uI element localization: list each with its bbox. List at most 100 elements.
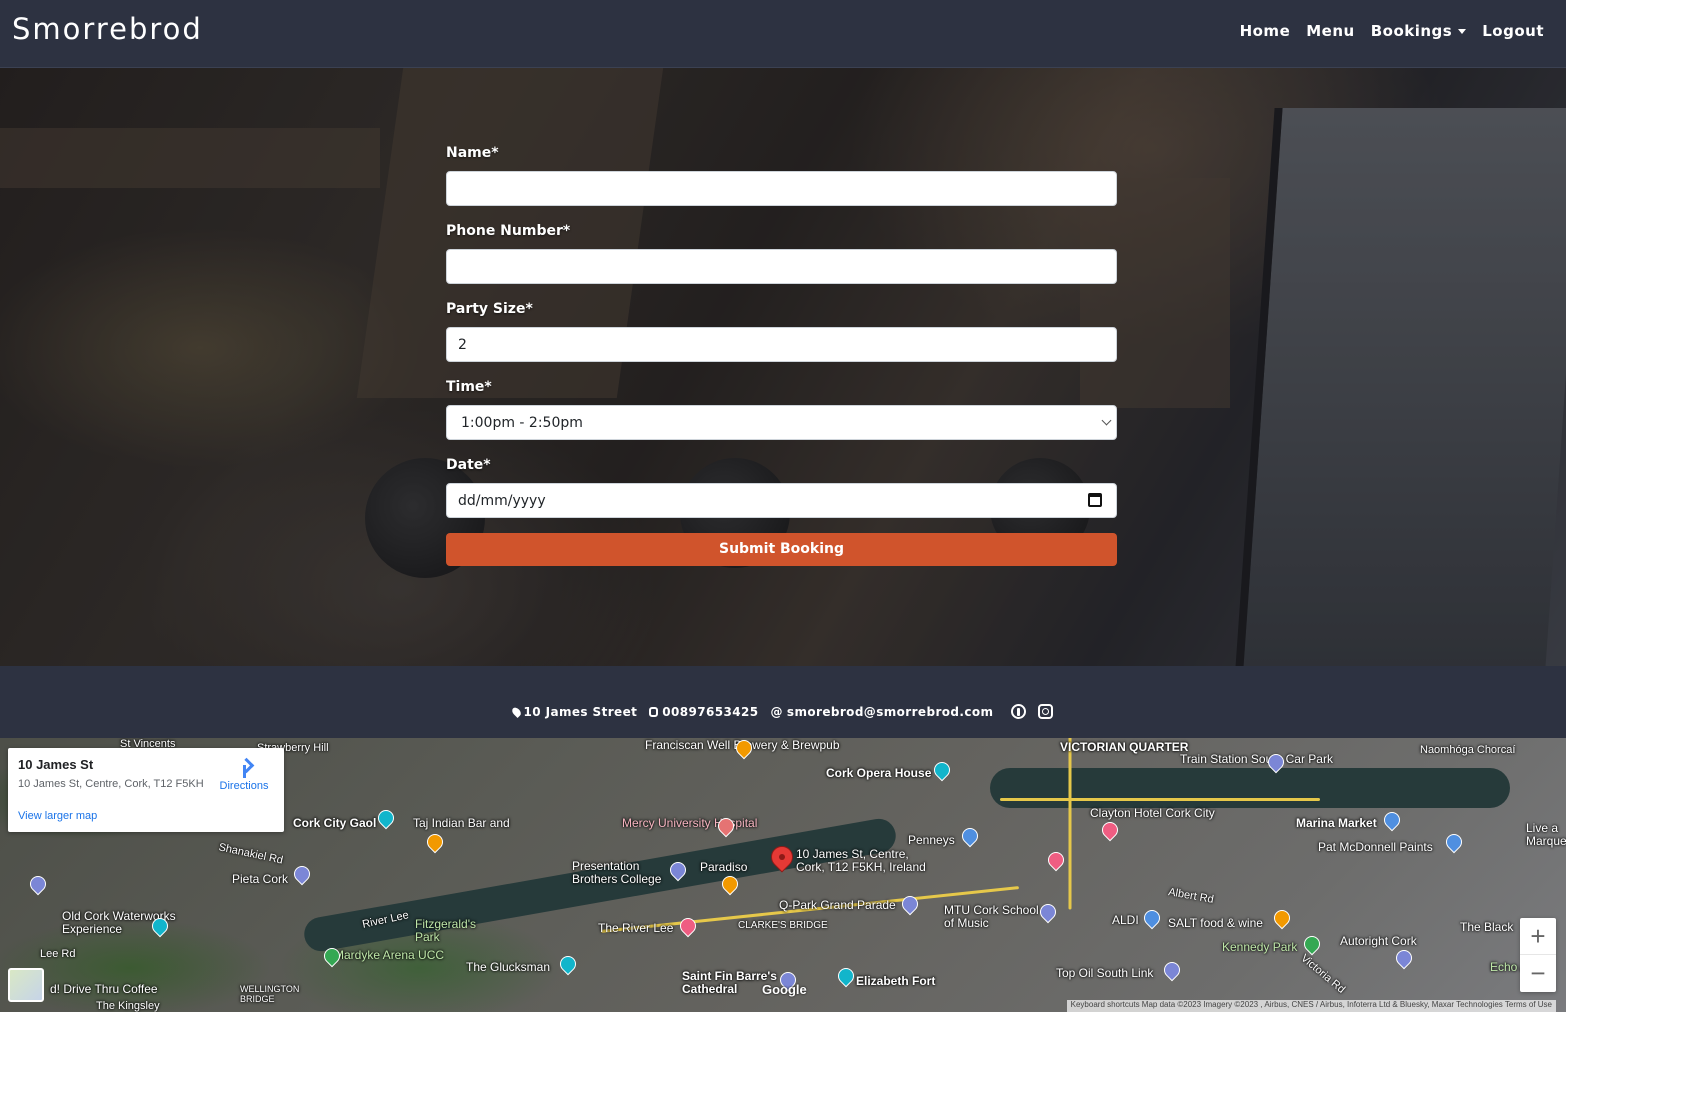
map-label: VICTORIAN QUARTER [1060,740,1189,754]
calendar-icon[interactable] [1088,493,1102,507]
park-icon[interactable] [1300,932,1324,956]
map-label: 10 James St, Centre, Cork, T12 F5KH, Ire… [796,847,926,874]
map-label: Clayton Hotel Cork City [1090,806,1215,820]
fuel-icon[interactable] [1160,958,1184,982]
view-larger-map-link[interactable]: View larger map [18,810,97,822]
map-road [1000,798,1320,801]
directions-label: Directions [219,780,269,792]
map-info-card: 10 James St 10 James St, Centre, Cork, T… [8,748,284,832]
map-label: Pieta Cork [232,872,289,886]
footer: 10 James Street 00897653425 @ smorebrod@s… [0,666,1566,738]
map-label: Albert Rd [1167,886,1215,906]
google-logo: Google [762,982,807,997]
time-select[interactable]: 1:00pm - 2:50pm [446,405,1117,440]
map-label: Fitzgerald's Park [415,917,476,944]
footer-phone: 00897653425 [649,705,758,719]
map-road [1068,738,1072,910]
google-map[interactable]: Franciscan Well Brewery & Brewpub Cork O… [0,738,1566,1012]
date-label: Date* [446,457,491,473]
landmark-icon[interactable] [834,964,858,988]
map-label: Taj Indian Bar and [413,816,510,830]
place-icon[interactable] [1392,946,1416,970]
shopping-icon[interactable] [1442,830,1466,854]
directions-icon [235,760,253,778]
map-label: Paradiso [700,860,748,874]
hotel-icon[interactable] [1098,818,1122,842]
map-label: ALDI [1112,913,1139,927]
footer-email: @ smorebrod@smorrebrod.com [771,705,994,719]
map-label: MTU Cork School of Music [944,903,1039,930]
map-type-toggle[interactable] [8,968,44,1002]
footer-address: 10 James Street [510,705,638,719]
phone-label: Phone Number* [446,223,571,239]
map-label: Marina Market [1296,816,1377,830]
map-label: Pat McDonnell Paints [1318,840,1433,854]
map-label: Cork City Gaol [293,816,377,830]
nav-logout[interactable]: Logout [1482,22,1544,40]
landmark-icon[interactable] [374,806,398,830]
map-card-address: 10 James St, Centre, Cork, T12 F5KH [18,778,204,790]
shopping-icon[interactable] [958,824,982,848]
map-label: Lee Rd [40,948,76,960]
name-label: Name* [446,145,499,161]
map-label: Top Oil South Link [1056,966,1154,980]
phone-input[interactable] [446,249,1117,284]
caret-down-icon [1458,29,1467,34]
map-marker-icon [510,705,523,718]
museum-icon[interactable] [556,952,580,976]
page: Smorrebrod Home Menu Bookings Logout Nam… [0,0,1566,1012]
hotel-icon[interactable] [1044,848,1068,872]
name-input[interactable] [446,171,1117,206]
zoom-in-button[interactable]: + [1520,918,1556,955]
map-label: Old Cork Waterworks Experience [62,909,176,936]
hotel-icon[interactable] [676,914,700,938]
booking-form: Name* Phone Number* Party Size* 2 Time* … [446,140,1117,566]
phone-icon [649,706,659,717]
nav-bookings-dropdown[interactable]: Bookings [1371,22,1467,40]
map-label: Live a Marquee [1526,821,1566,848]
shopping-icon[interactable] [1380,808,1404,832]
instagram-icon[interactable] [1038,704,1054,719]
nav-menu[interactable]: Menu [1306,22,1354,40]
map-label: The Kingsley [96,1000,160,1012]
submit-booking-button[interactable]: Submit Booking [446,533,1117,566]
map-label: Penneys [908,833,955,847]
navbar: Smorrebrod Home Menu Bookings Logout [0,0,1566,68]
restaurant-icon[interactable] [423,830,447,854]
map-label: Presentation Brothers College [572,859,662,886]
party-size-input[interactable]: 2 [446,327,1117,362]
map-label: d! Drive Thru Coffee [50,982,158,996]
map-label: Mardyke Arena UCC [334,948,445,962]
map-label: The Glucksman [466,960,551,974]
date-input[interactable]: dd/mm/yyyy [446,483,1117,518]
footer-email-text: smorebrod@smorrebrod.com [786,704,994,719]
map-label: The River Lee [598,921,674,935]
pinterest-icon[interactable] [1011,704,1027,719]
directions-button[interactable]: Directions [214,758,274,792]
brand-logo[interactable]: Smorrebrod [12,12,203,46]
map-label: Victoria Rd [1298,952,1348,996]
map-label: Elizabeth Fort [856,974,936,988]
restaurant-icon[interactable] [1270,906,1294,930]
zoom-out-button[interactable]: − [1520,955,1556,992]
map-label: WELLINGTON BRIDGE [240,984,300,1004]
nav-home[interactable]: Home [1240,22,1291,40]
map-label: Cork Opera House [826,766,932,780]
place-icon[interactable] [290,862,314,886]
theater-icon[interactable] [930,758,954,782]
map-label: Q-Park Grand Parade [779,898,896,912]
party-size-label: Party Size* [446,301,533,317]
map-label: Mercy University Hospital [622,816,758,830]
map-attribution[interactable]: Keyboard shortcuts Map data ©2023 Imager… [1066,1000,1556,1012]
map-label: Train Station South Car Park [1180,752,1333,766]
date-placeholder: dd/mm/yyyy [458,493,546,509]
footer-contact-row: 10 James Street 00897653425 @ smorebrod@s… [0,704,1566,719]
place-icon[interactable] [26,872,50,896]
map-card-title: 10 James St [18,757,94,772]
nav-bookings-label: Bookings [1370,22,1453,40]
map-zoom-control: + − [1520,918,1556,992]
time-label: Time* [446,379,492,395]
shopping-icon[interactable] [1140,906,1164,930]
map-label: SALT food & wine [1168,916,1263,930]
footer-phone-text: 00897653425 [662,704,759,719]
